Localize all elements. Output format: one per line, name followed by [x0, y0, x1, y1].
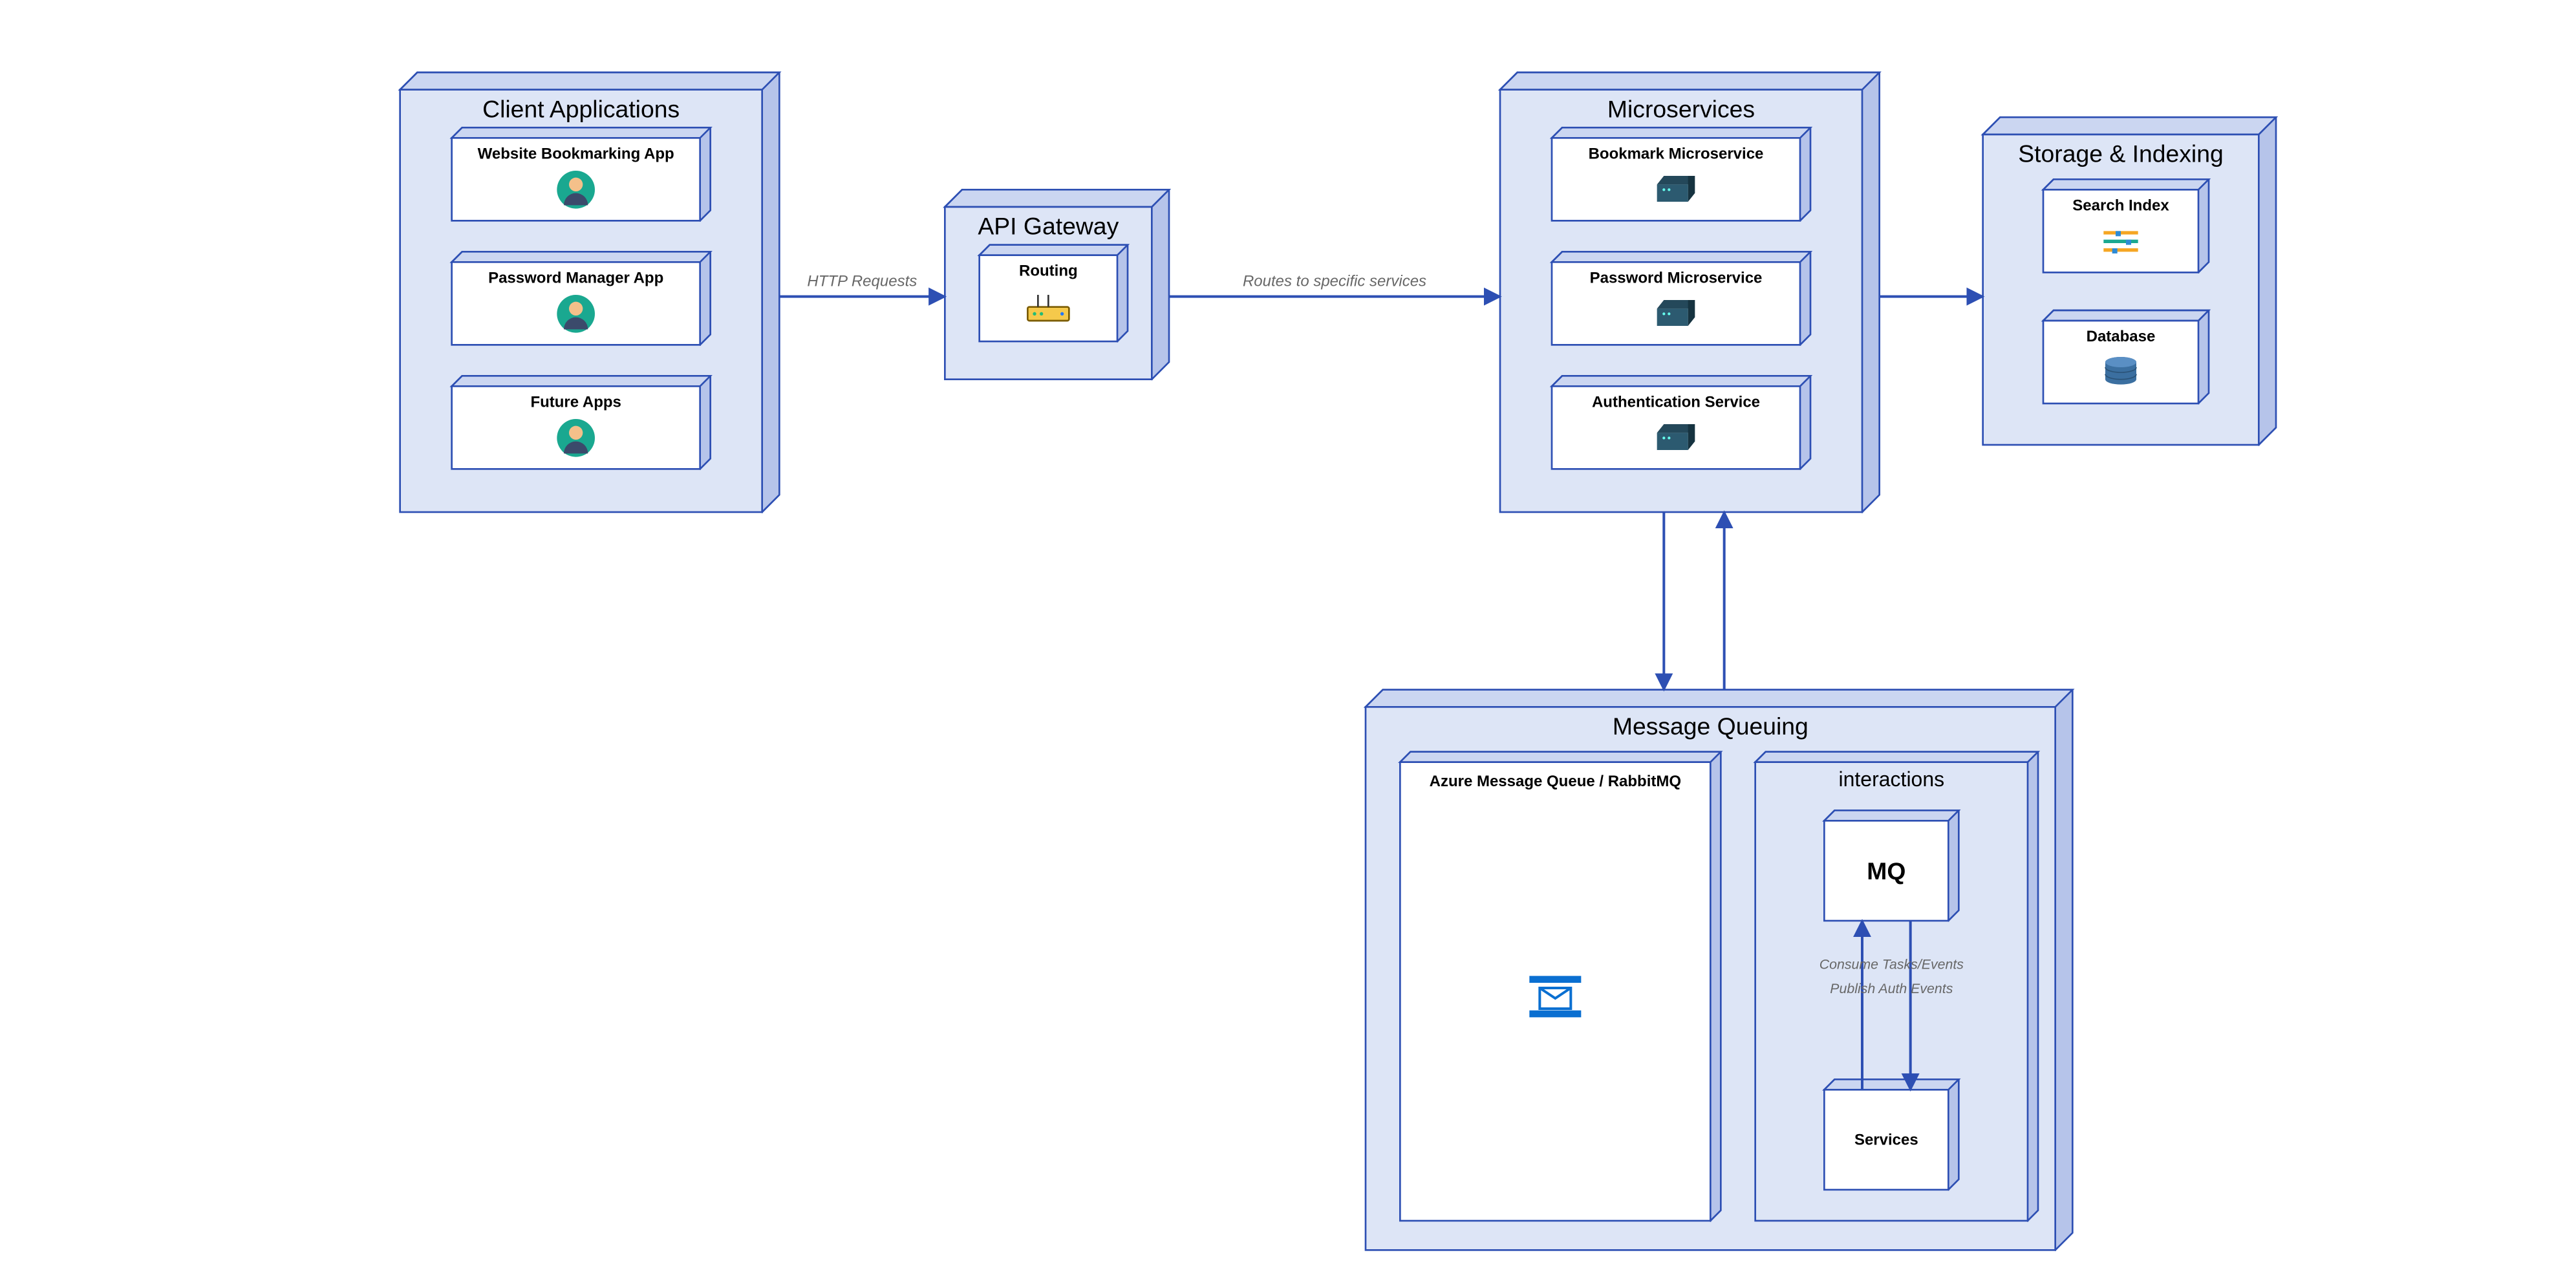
group-api-gateway: API Gateway Routing — [945, 189, 1169, 379]
svg-text:Routing: Routing — [1019, 263, 1078, 280]
group-client-applications: Client Applications Website Bookmarking … — [400, 72, 780, 512]
search-index-icon — [2103, 231, 2138, 253]
node-azure-message-queue: Azure Message Queue / RabbitMQ — [1400, 752, 1721, 1221]
svg-text:interactions: interactions — [1839, 767, 1945, 791]
group-microservices: Microservices Bookmark Microservice Pass… — [1500, 72, 1880, 512]
svg-text:Password Manager App: Password Manager App — [488, 269, 663, 286]
node-password-manager-app: Password Manager App — [452, 252, 711, 345]
svg-text:Website Bookmarking App: Website Bookmarking App — [478, 145, 674, 162]
svg-text:MQ: MQ — [1867, 857, 1905, 885]
svg-text:Azure Message Queue / RabbitMQ: Azure Message Queue / RabbitMQ — [1430, 773, 1681, 790]
server-icon — [1657, 176, 1695, 202]
svg-text:HTTP Requests: HTTP Requests — [807, 273, 917, 290]
node-password-microservice: Password Microservice — [1552, 252, 1810, 345]
svg-text:API Gateway: API Gateway — [978, 213, 1119, 240]
group-message-queuing: Message Queuing Azure Message Queue / Ra… — [1366, 690, 2072, 1250]
svg-text:Routes to specific services: Routes to specific services — [1243, 273, 1426, 290]
svg-text:Bookmark Microservice: Bookmark Microservice — [1589, 145, 1764, 162]
server-icon — [1657, 424, 1695, 450]
svg-text:Password Microservice: Password Microservice — [1590, 269, 1763, 286]
node-routing: Routing — [980, 245, 1128, 341]
database-icon — [2105, 357, 2136, 385]
svg-text:Microservices: Microservices — [1607, 95, 1755, 122]
svg-text:Publish Auth Events: Publish Auth Events — [1830, 981, 1953, 996]
node-future-apps: Future Apps — [452, 376, 711, 469]
group-storage-indexing: Storage & Indexing Search Index Database — [1983, 117, 2276, 445]
server-icon — [1657, 300, 1695, 326]
node-authentication-service: Authentication Service — [1552, 376, 1810, 469]
svg-text:Services: Services — [1854, 1132, 1918, 1149]
node-search-index: Search Index — [2043, 179, 2209, 272]
svg-text:Search Index: Search Index — [2072, 197, 2169, 214]
group-interactions: interactions MQ Services Consume Tasks/E… — [1755, 752, 2038, 1221]
node-services: Services — [1824, 1079, 1959, 1190]
svg-text:Authentication Service: Authentication Service — [1592, 393, 1760, 411]
user-icon — [557, 419, 595, 457]
node-website-bookmarking-app: Website Bookmarking App — [452, 127, 711, 220]
architecture-diagram: Client Applications Website Bookmarking … — [0, 0, 2576, 1288]
svg-text:Consume Tasks/Events: Consume Tasks/Events — [1819, 957, 1964, 972]
node-database: Database — [2043, 310, 2209, 403]
user-icon — [557, 295, 595, 333]
group-title: Client Applications — [482, 95, 680, 122]
svg-text:Message Queuing: Message Queuing — [1613, 713, 1809, 740]
svg-text:Future Apps: Future Apps — [530, 393, 621, 411]
node-mq: MQ — [1824, 810, 1959, 921]
svg-text:Storage & Indexing: Storage & Indexing — [2018, 140, 2224, 167]
node-bookmark-microservice: Bookmark Microservice — [1552, 127, 1810, 220]
user-icon — [557, 171, 595, 209]
svg-text:Database: Database — [2087, 328, 2156, 345]
